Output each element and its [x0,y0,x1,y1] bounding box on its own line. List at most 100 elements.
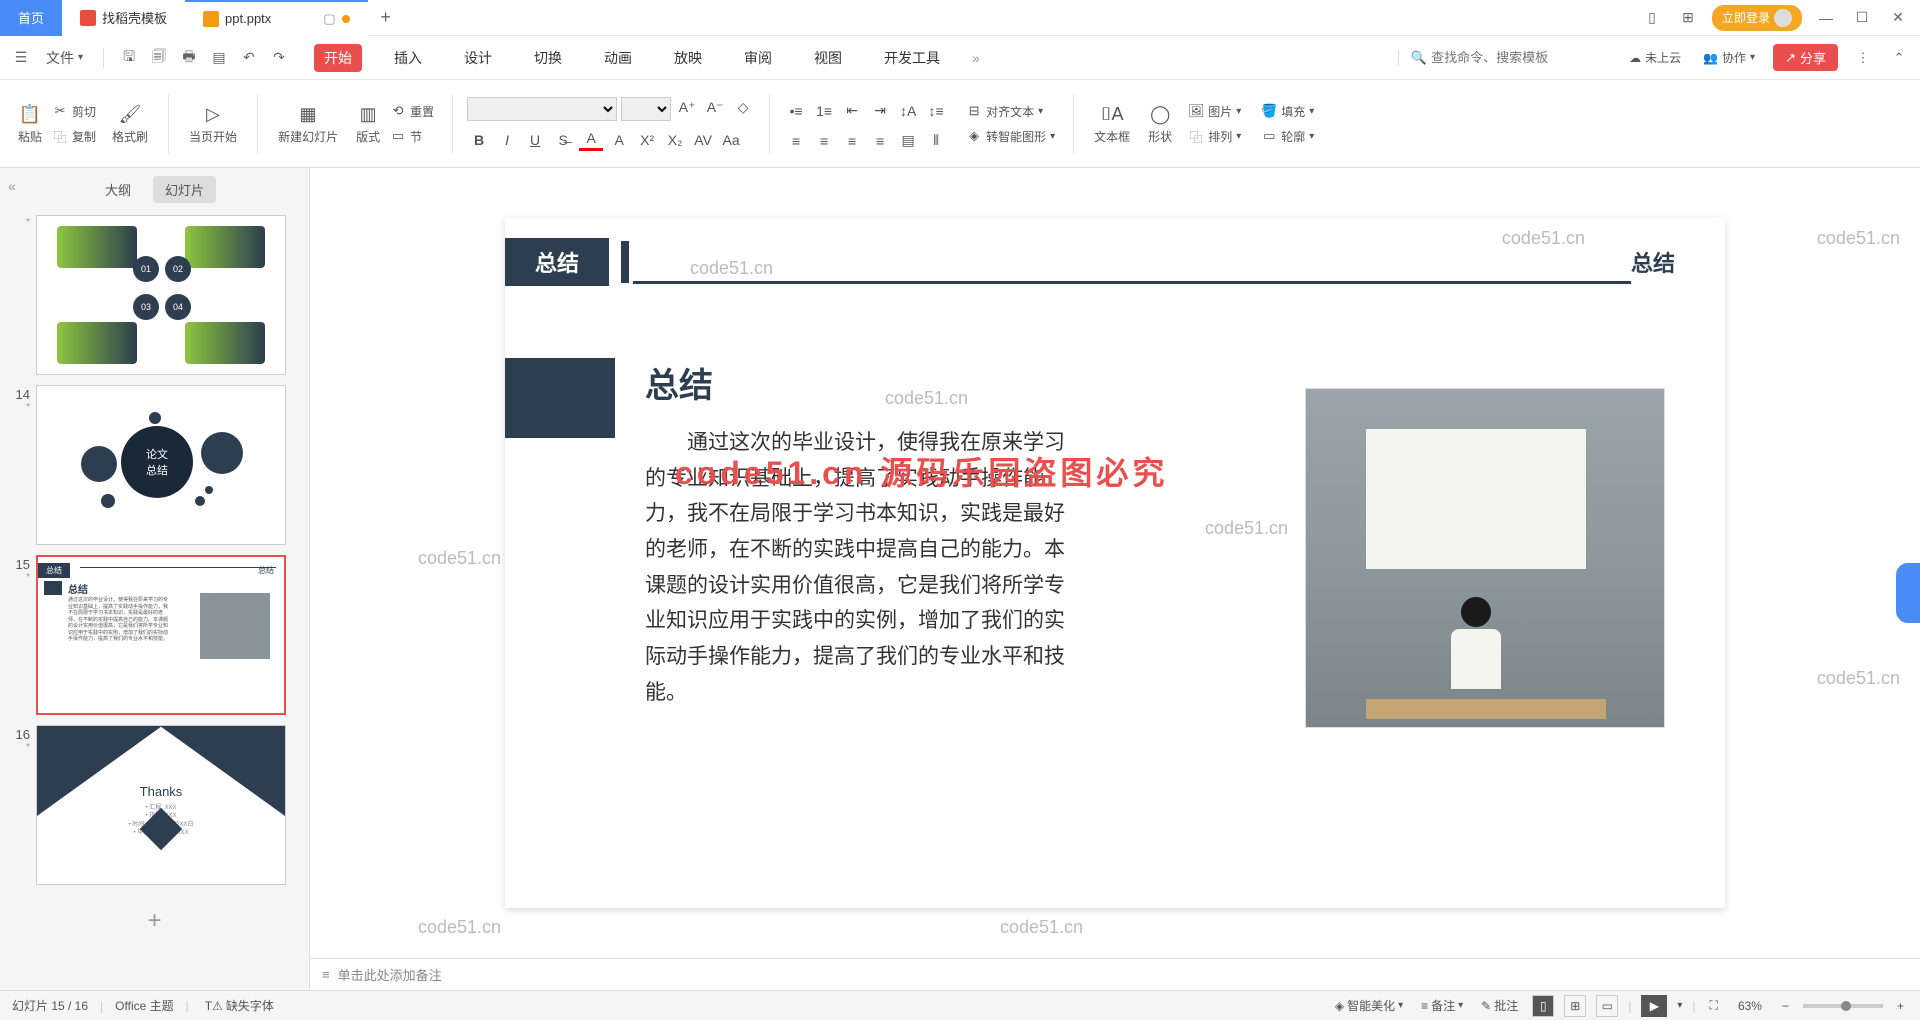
more-tabs-icon[interactable]: » [972,50,980,66]
file-menu[interactable]: 文件 ▾ [40,48,89,68]
align-center-button[interactable]: ≡ [812,130,836,152]
picture-button[interactable]: 🖼图片▾ [1184,101,1245,122]
add-slide-button[interactable]: + [147,907,161,935]
search-input[interactable] [1431,50,1611,65]
character-spacing-button[interactable]: AV [691,129,715,151]
print-icon[interactable]: 🖶 [178,47,200,69]
increase-font-icon[interactable]: A⁺ [675,97,699,119]
line-spacing-button[interactable]: ↕≡ [924,100,948,122]
minimize-icon[interactable]: — [1814,6,1838,30]
print-preview-icon[interactable]: ▤ [208,47,230,69]
layout-1-icon[interactable]: ▯ [1640,6,1664,30]
distribute-button[interactable]: ⫴ [924,130,948,152]
bullets-button[interactable]: •≡ [784,100,808,122]
fit-button[interactable]: ⛶ [1706,996,1722,1015]
slide-canvas[interactable]: 总结 总结 总结 通过这次的毕业设计，使得我在原来学习的专业知识基础上，提高了实… [505,218,1725,908]
layout-button[interactable]: ▥版式 [350,98,386,149]
thumbnails[interactable]: * 01 02 03 04 14* 论文总结 [0,211,309,990]
cut-button[interactable]: ✂剪切 [48,101,100,122]
section-button[interactable]: ▭节 [386,126,438,147]
subscript-button[interactable]: X₂ [663,129,687,151]
view-normal-button[interactable]: ▯ [1532,995,1554,1017]
textbox-button[interactable]: ⌷A文本框 [1088,98,1136,149]
save-icon[interactable]: 🖫 [118,47,140,69]
zoom-in-button[interactable]: + [1893,997,1908,1015]
collab-button[interactable]: 👥协作▾ [1699,47,1759,68]
align-justify-button[interactable]: ≡ [868,130,892,152]
from-current-button[interactable]: ▷当页开始 [183,98,243,149]
zoom-out-button[interactable]: − [1778,997,1793,1015]
superscript-button[interactable]: X² [635,129,659,151]
size-select[interactable] [621,97,671,121]
cloud-status[interactable]: ☁未上云 [1625,47,1685,68]
redo-icon[interactable]: ↷ [268,47,290,69]
slideshow-button[interactable]: ▶ [1641,995,1667,1017]
notes-button[interactable]: ≡备注▾ [1417,995,1467,1016]
clear-format-icon[interactable]: ◇ [731,97,755,119]
collapse-sidebar-icon[interactable]: « [8,178,16,194]
beautify-button[interactable]: ◈智能美化▾ [1331,995,1407,1016]
align-right-button[interactable]: ≡ [840,130,864,152]
strike-button[interactable]: S̶ [551,129,575,151]
login-button[interactable]: 立即登录 [1712,5,1802,31]
font-select[interactable] [467,97,617,121]
italic-button[interactable]: I [495,129,519,151]
thumbnail-13[interactable]: 01 02 03 04 [36,215,286,375]
copy-button[interactable]: ⿻复制 [48,126,100,147]
align-text-button[interactable]: ⊟对齐文本▾ [962,101,1059,122]
sidebar-tab-outline[interactable]: 大纲 [93,176,143,203]
reset-button[interactable]: ⟲重置 [386,101,438,122]
columns-button[interactable]: ▤ [896,130,920,152]
sidebar-tab-slides[interactable]: 幻灯片 [153,176,216,203]
menu-tab-insert[interactable]: 插入 [384,44,432,72]
align-left-button[interactable]: ≡ [784,130,808,152]
missing-font-button[interactable]: T⚠缺失字体 [201,995,278,1016]
share-button[interactable]: ↗分享 [1773,44,1838,71]
underline-button[interactable]: U [523,129,547,151]
change-case-button[interactable]: Aa [719,129,743,151]
thumbnail-14[interactable]: 论文总结 [36,385,286,545]
apps-icon[interactable]: ⊞ [1676,6,1700,30]
search-box[interactable]: 🔍 [1398,50,1611,66]
bold-button[interactable]: B [467,129,491,151]
indent-right-button[interactable]: ⇥ [868,100,892,122]
highlight-button[interactable]: A [607,129,631,151]
convert-smart-button[interactable]: ◈转智能图形▾ [962,126,1059,147]
save-as-icon[interactable]: 🗐 [148,47,170,69]
close-icon[interactable]: ✕ [1886,6,1910,30]
font-color-button[interactable]: A [579,129,603,151]
shape-button[interactable]: ◯形状 [1142,98,1178,149]
arrange-button[interactable]: ⿻排列▾ [1184,126,1245,147]
numbering-button[interactable]: 1≡ [812,100,836,122]
menu-tab-transition[interactable]: 切换 [524,44,572,72]
tab-home[interactable]: 首页 [0,0,62,36]
presentation-mode-icon[interactable]: ▢ [323,11,335,27]
comments-button[interactable]: ✎批注 [1477,995,1522,1016]
thumbnail-16[interactable]: Thanks • 汇报: XXX• 指导: XXX• 时间: XXX年XX月XX… [36,725,286,885]
tab-add[interactable]: + [368,7,404,28]
maximize-icon[interactable]: ☐ [1850,6,1874,30]
menu-tab-animation[interactable]: 动画 [594,44,642,72]
canvas-area[interactable]: 总结 总结 总结 通过这次的毕业设计，使得我在原来学习的专业知识基础上，提高了实… [310,168,1920,958]
menu-tab-review[interactable]: 审阅 [734,44,782,72]
indent-left-button[interactable]: ⇤ [840,100,864,122]
menu-tab-devtools[interactable]: 开发工具 [874,44,950,72]
menu-tab-view[interactable]: 视图 [804,44,852,72]
view-reading-button[interactable]: ▭ [1596,995,1618,1017]
menu-tab-design[interactable]: 设计 [454,44,502,72]
right-panel-toggle[interactable] [1896,563,1920,623]
more-icon[interactable]: ⋮ [1852,47,1874,69]
fill-button[interactable]: 🪣填充▾ [1257,101,1318,122]
view-sorter-button[interactable]: ⊞ [1564,995,1586,1017]
hamburger-icon[interactable]: ☰ [10,47,32,69]
format-painter-button[interactable]: 🖌格式刷 [106,98,154,149]
slideshow-dropdown[interactable]: ▾ [1677,1000,1682,1011]
decrease-font-icon[interactable]: A⁻ [703,97,727,119]
tab-template[interactable]: 找稻壳模板 [62,0,185,36]
tab-file[interactable]: ppt.pptx ▢ [185,0,368,36]
outline-button[interactable]: ▭轮廓▾ [1257,126,1318,147]
thumbnail-15[interactable]: 总结 总结 总结 通过这次的毕业设计，使得我在原来学习的专业知识基础上，提高了实… [36,555,286,715]
paste-button[interactable]: 📋粘贴 [12,98,48,149]
zoom-value[interactable]: 63% [1732,999,1768,1013]
notes-bar[interactable]: ≡ 单击此处添加备注 [310,958,1920,990]
